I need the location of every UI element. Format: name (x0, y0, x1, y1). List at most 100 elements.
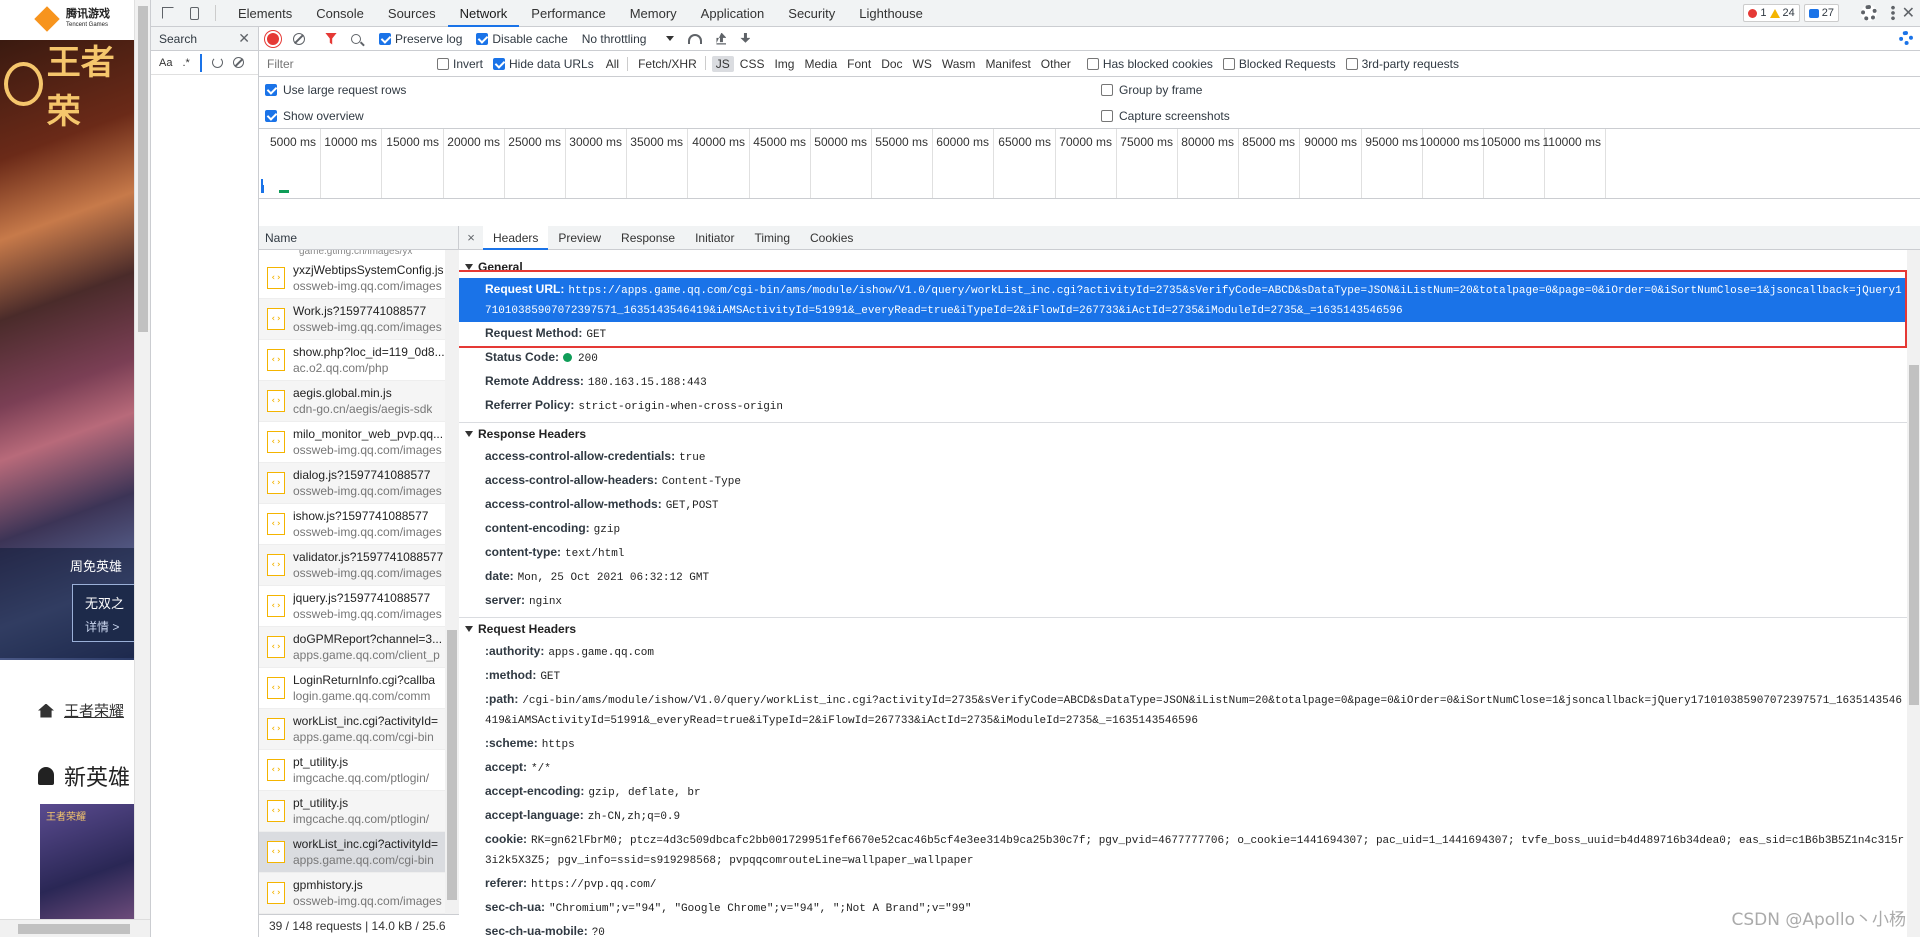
request-row[interactable]: ‹› ishow.js?1597741088577 ossweb-img.qq.co… (259, 504, 445, 545)
request-row[interactable]: ‹› workList_inc.cgi?activityId= apps.game.… (259, 709, 445, 750)
filter-css[interactable]: CSS (736, 56, 769, 72)
request-row[interactable]: ‹› pt_utility.js imgcache.qq.com/ptlogin/ (259, 750, 445, 791)
group-by-frame-checkbox[interactable]: Group by frame (1101, 83, 1202, 97)
network-settings-icon[interactable] (1899, 31, 1913, 45)
checkbox[interactable] (1345, 57, 1358, 70)
request-row[interactable]: ‹› Work.js?1597741088577 ossweb-img.qq.com… (259, 299, 445, 340)
preserve-log-checkbox[interactable]: Preserve log (379, 32, 462, 46)
request-row[interactable]: ‹› workList_inc.cgi?activityId= apps.game.… (259, 832, 445, 873)
refresh-icon[interactable] (211, 57, 223, 68)
has-blocked-cookies-checkbox[interactable]: Has blocked cookies (1086, 57, 1213, 71)
more-options-icon[interactable] (1891, 5, 1895, 21)
filter-font[interactable]: Font (843, 56, 875, 72)
scrollbar-thumb[interactable] (447, 630, 457, 900)
regex-toggle[interactable]: .* (182, 57, 189, 69)
filter-all[interactable]: All (602, 56, 623, 72)
filter-other[interactable]: Other (1037, 56, 1075, 72)
tab-preview[interactable]: Preview (548, 226, 611, 250)
request-row[interactable]: ‹› show.php?loc_id=119_0d8... ac.o2.qq.com… (259, 340, 445, 381)
close-search-icon[interactable]: ✕ (238, 30, 250, 47)
filter-img[interactable]: Img (770, 56, 798, 72)
show-overview-checkbox[interactable]: Show overview (265, 109, 364, 123)
tab-initiator[interactable]: Initiator (685, 226, 744, 250)
blocked-requests-checkbox[interactable]: Blocked Requests (1222, 57, 1336, 71)
scrollbar-thumb[interactable] (1909, 365, 1919, 705)
settings-gear-icon[interactable] (1861, 5, 1877, 21)
home-link[interactable]: 王者荣耀 (64, 700, 124, 721)
name-column-header[interactable]: Name (259, 226, 458, 250)
close-details-icon[interactable]: × (459, 230, 483, 245)
console-counts[interactable]: 1 24 (1743, 4, 1800, 22)
request-row[interactable]: ‹› aegis.global.min.js cdn-go.cn/aegis/aeg… (259, 381, 445, 422)
device-toolbar-button[interactable] (185, 4, 203, 22)
request-row[interactable]: ‹› doGPMReport?channel=3... apps.game.qq.c… (259, 627, 445, 668)
details-link[interactable]: 详情 > (85, 618, 134, 635)
request-row[interactable]: ‹› gpmhistory.js ossweb-img.qq.com/images (259, 873, 445, 914)
scrollbar-thumb[interactable] (18, 924, 130, 934)
export-har-icon[interactable] (740, 32, 751, 43)
details-scrollbar[interactable] (1907, 250, 1920, 937)
checkbox-checked[interactable] (265, 84, 277, 96)
filter-js[interactable]: JS (711, 55, 734, 72)
tencent-games-logo[interactable]: 腾讯游戏 Tencent Games (0, 0, 134, 40)
checkbox[interactable] (1101, 110, 1113, 122)
tab-headers[interactable]: Headers (483, 225, 549, 250)
filter-wasm[interactable]: Wasm (938, 56, 980, 72)
request-row[interactable]: ‹› yxzjWebtipsSystemConfig.js ossweb-img.q… (259, 258, 445, 299)
tab-application[interactable]: Application (689, 0, 777, 27)
clear-icon[interactable] (232, 57, 244, 68)
search-icon[interactable] (351, 33, 361, 44)
response-headers-toggle[interactable]: Response Headers (459, 423, 1907, 445)
tab-performance[interactable]: Performance (519, 0, 617, 27)
disable-cache-checkbox[interactable]: Disable cache (476, 32, 568, 46)
hide-data-urls-checkbox[interactable]: Hide data URLs (493, 57, 594, 71)
tab-sources[interactable]: Sources (376, 0, 448, 27)
checkbox-checked[interactable] (493, 57, 506, 70)
tab-lighthouse[interactable]: Lighthouse (847, 0, 935, 27)
request-headers-toggle[interactable]: Request Headers (459, 618, 1907, 640)
inspect-element-button[interactable] (159, 4, 177, 22)
checkbox-checked[interactable] (265, 110, 277, 122)
checkbox[interactable] (1101, 84, 1113, 96)
tab-response[interactable]: Response (611, 226, 685, 250)
game-logo[interactable]: 王者荣 (4, 43, 134, 132)
timeline-overview[interactable]: 5000 ms 10000 ms 15000 ms 20000 ms 25000 ms 3… (259, 129, 1920, 199)
third-party-checkbox[interactable]: 3rd-party requests (1345, 57, 1459, 71)
general-section-toggle[interactable]: General (459, 256, 1907, 278)
request-row[interactable]: ‹› milo_monitor_web_pvp.qq... ossweb-img.q… (259, 422, 445, 463)
clear-log-icon[interactable] (293, 32, 305, 45)
checkbox[interactable] (437, 57, 449, 70)
request-row[interactable]: ‹› jquery.js?1597741088577 ossweb-img.qq.c… (259, 586, 445, 627)
tab-security[interactable]: Security (776, 0, 847, 27)
issues-counter[interactable]: 27 (1803, 4, 1839, 22)
request-list-scrollbar[interactable] (445, 250, 459, 914)
filter-input[interactable] (263, 53, 431, 74)
record-icon[interactable] (267, 32, 279, 45)
filter-media[interactable]: Media (800, 56, 841, 72)
import-har-icon[interactable] (716, 32, 727, 45)
search-input[interactable] (199, 53, 202, 72)
tab-cookies[interactable]: Cookies (800, 226, 863, 250)
checkbox-checked[interactable] (476, 32, 489, 45)
request-row[interactable]: ‹› pt_utility.js imgcache.qq.com/ptlogin/ (259, 791, 445, 832)
tab-elements[interactable]: Elements (226, 0, 304, 27)
page-horizontal-scrollbar[interactable] (0, 919, 150, 937)
request-row[interactable]: ‹› validator.js?1597741088577 ossweb-img.q… (259, 545, 445, 586)
invert-checkbox[interactable]: Invert (437, 57, 483, 71)
filter-manifest[interactable]: Manifest (981, 56, 1034, 72)
hero-thumbnail[interactable]: 王者荣耀 (40, 804, 134, 919)
large-rows-checkbox[interactable]: Use large request rows (265, 83, 406, 97)
tab-network[interactable]: Network (447, 0, 520, 27)
request-row[interactable]: ‹› LoginReturnInfo.cgi?callba login.game.q… (259, 668, 445, 709)
tab-memory[interactable]: Memory (618, 0, 689, 27)
tab-timing[interactable]: Timing (744, 226, 800, 250)
checkbox[interactable] (1222, 57, 1235, 70)
network-conditions-icon[interactable] (688, 33, 703, 44)
filter-icon[interactable] (325, 32, 337, 45)
request-row[interactable]: ‹› dialog.js?1597741088577 ossweb-img.qq.c… (259, 463, 445, 504)
filter-ws[interactable]: WS (909, 56, 936, 72)
capture-screenshots-checkbox[interactable]: Capture screenshots (1101, 109, 1230, 123)
filter-doc[interactable]: Doc (877, 56, 906, 72)
checkbox[interactable] (1086, 57, 1099, 70)
tab-console[interactable]: Console (304, 0, 376, 27)
